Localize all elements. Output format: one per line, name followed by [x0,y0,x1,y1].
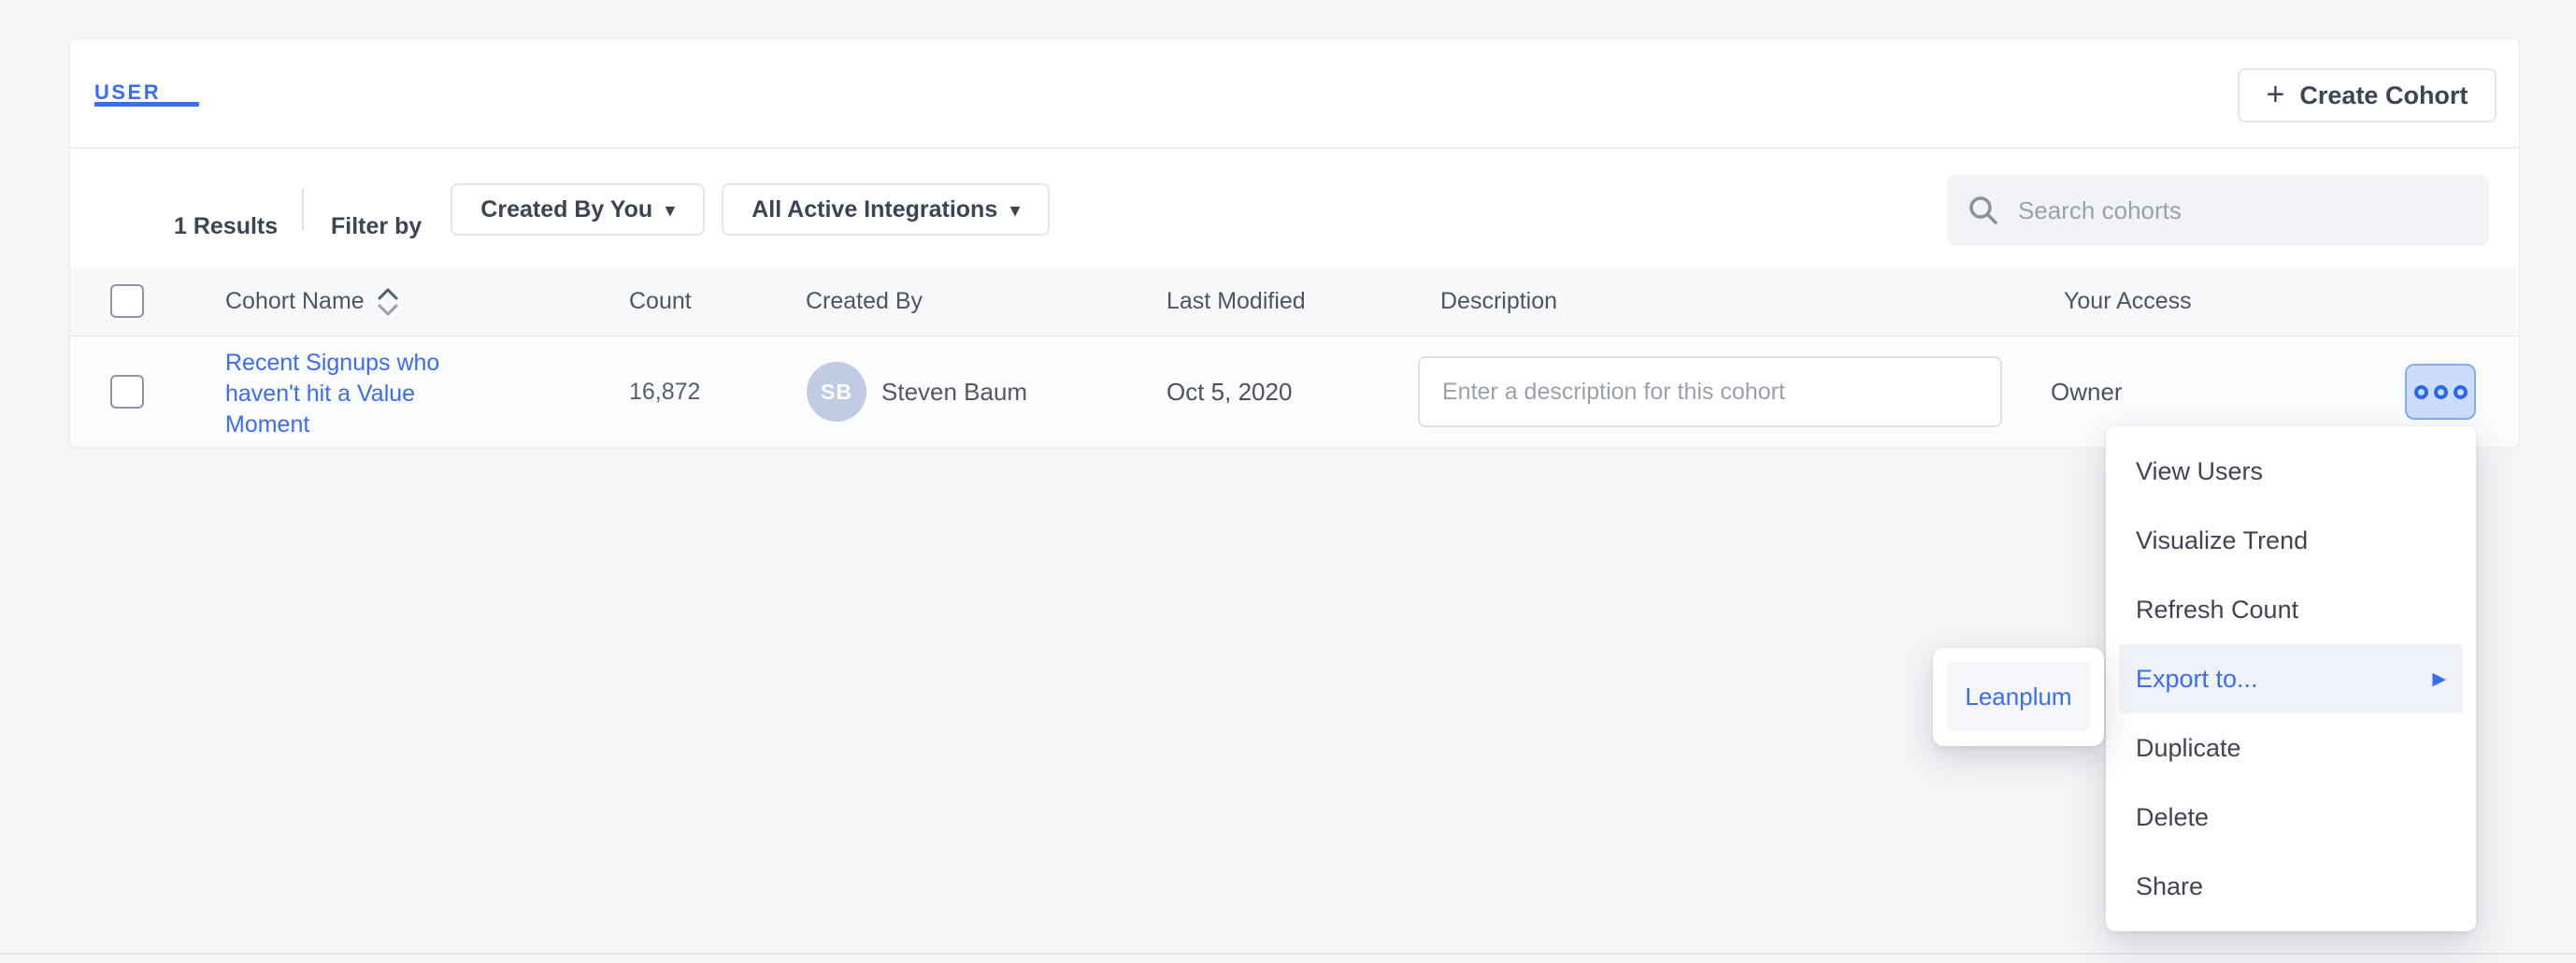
row-checkbox[interactable] [110,375,144,409]
created-by-cell: SB Steven Baum [807,337,1027,447]
menu-item-share[interactable]: Share [2119,852,2463,921]
description-input[interactable] [1418,356,2002,427]
tab-active-underline [94,102,199,107]
menu-item-duplicate[interactable]: Duplicate [2119,713,2463,783]
submenu-arrow-icon: ▶ [2432,668,2446,690]
created-by-dropdown[interactable]: Created By You ▾ [451,183,705,236]
cohorts-card: USER + Create Cohort 1 Results Filter by… [69,38,2520,447]
row-actions-button[interactable] [2405,364,2476,420]
column-header-created-by[interactable]: Created By [806,266,923,337]
create-cohort-label: Create Cohort [2299,81,2468,110]
column-header-last-modified[interactable]: Last Modified [1166,266,1306,337]
menu-item-refresh-count[interactable]: Refresh Count [2119,575,2463,644]
select-all-checkbox[interactable] [110,284,144,318]
column-header-your-access[interactable]: Your Access [2064,266,2192,337]
results-count: 1 Results [174,213,278,240]
card-header: USER + Create Cohort [70,39,2519,149]
last-modified-value: Oct 5, 2020 [1166,337,1292,447]
menu-item-visualize-trend[interactable]: Visualize Trend [2119,506,2463,575]
chevron-down-icon: ▾ [1010,200,1020,222]
create-cohort-button[interactable]: + Create Cohort [2238,68,2497,122]
more-options-icon [2454,385,2468,399]
menu-item-export-to-label: Export to... [2136,665,2258,694]
search-icon [1968,194,1999,226]
chevron-down-icon: ▾ [665,200,675,222]
more-options-icon [2434,385,2448,399]
menu-item-export-to[interactable]: Export to... ▶ [2119,644,2463,713]
integrations-dropdown-label: All Active Integrations [751,196,997,223]
tab-user-label: USER [94,80,161,104]
menu-item-view-users[interactable]: View Users [2119,437,2463,506]
search-box[interactable] [1947,175,2489,246]
sort-chevrons-icon [376,286,400,318]
tab-user[interactable]: USER [94,80,161,105]
cohort-count-value: 16,872 [629,337,700,447]
column-header-description[interactable]: Description [1440,266,1557,337]
search-input[interactable] [2018,196,2469,225]
plus-icon: + [2267,79,2285,110]
submenu-item-leanplum[interactable]: Leanplum [1947,662,2090,732]
filter-bar: 1 Results Filter by Created By You ▾ All… [70,151,2519,266]
created-by-dropdown-label: Created By You [480,196,652,223]
cohort-name-link[interactable]: Recent Signups who haven't hit a Value M… [225,348,464,440]
column-header-count[interactable]: Count [629,266,692,337]
row-actions-menu: View Users Visualize Trend Refresh Count… [2106,426,2476,931]
bottom-divider [0,953,2576,955]
more-options-icon [2414,385,2428,399]
menu-item-delete[interactable]: Delete [2119,783,2463,852]
column-header-label: Cohort Name [225,288,365,315]
vertical-divider [302,188,304,231]
filter-by-label: Filter by [331,213,422,240]
table-header-row: Cohort Name Count Created By Last Modifi… [70,266,2519,337]
page-background: USER + Create Cohort 1 Results Filter by… [0,0,2576,963]
column-header-cohort-name[interactable]: Cohort Name [225,266,400,337]
creator-name: Steven Baum [881,378,1027,407]
integrations-dropdown[interactable]: All Active Integrations ▾ [722,183,1050,236]
avatar: SB [807,362,866,422]
export-submenu: Leanplum [1933,648,2104,746]
